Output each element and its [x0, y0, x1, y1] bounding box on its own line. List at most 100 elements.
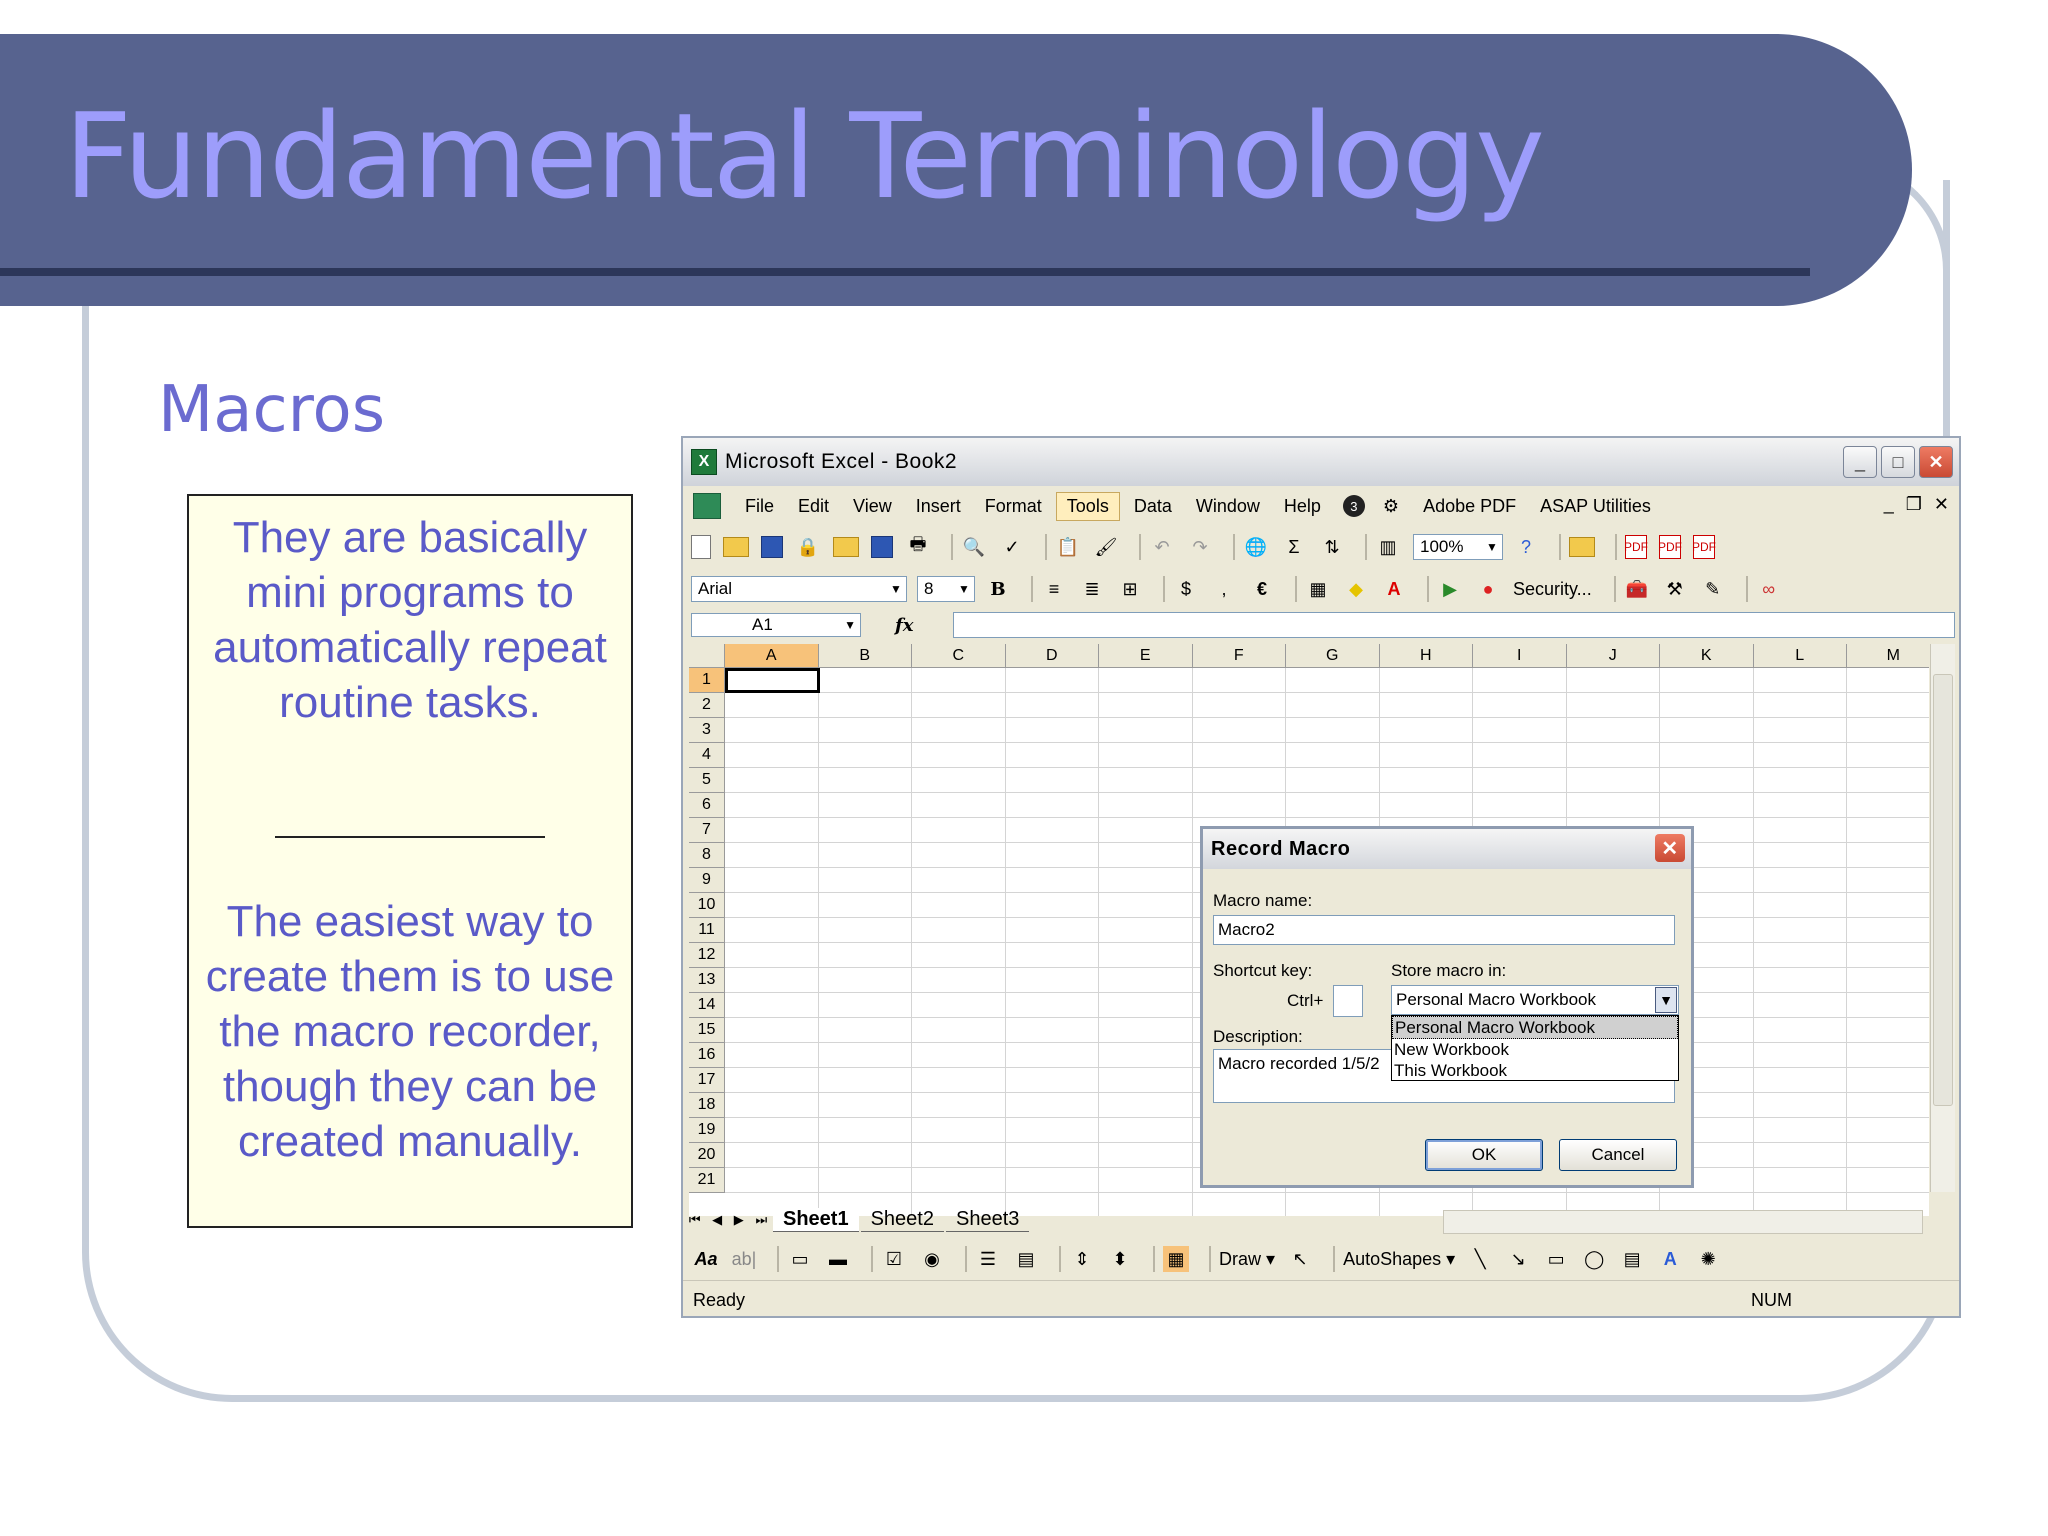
- select-objects-icon[interactable]: ↖: [1287, 1246, 1313, 1272]
- align-center-icon[interactable]: ≡: [1041, 576, 1067, 602]
- research-icon[interactable]: [1569, 537, 1595, 557]
- name-box[interactable]: A1 ▼: [691, 613, 861, 637]
- combo-box-icon[interactable]: ▤: [1013, 1246, 1039, 1272]
- label-control-icon[interactable]: Aa: [693, 1246, 719, 1272]
- option-personal-macro-workbook[interactable]: Personal Macro Workbook: [1392, 1016, 1678, 1039]
- macro-name-input[interactable]: Macro2: [1213, 915, 1675, 945]
- last-sheet-icon[interactable]: ⏭: [755, 1212, 767, 1228]
- doc-minimize-icon[interactable]: _: [1884, 494, 1894, 515]
- oval-icon[interactable]: ◯: [1581, 1246, 1607, 1272]
- line-icon[interactable]: ╲: [1467, 1246, 1493, 1272]
- sort-ascending-icon[interactable]: ⇅: [1319, 534, 1345, 560]
- row-header-21[interactable]: 21: [689, 1168, 725, 1193]
- menu-tools[interactable]: Tools: [1055, 491, 1120, 521]
- formula-input[interactable]: [953, 612, 1955, 638]
- option-button-icon[interactable]: ◉: [919, 1246, 945, 1272]
- row-header-7[interactable]: 7: [689, 818, 725, 843]
- menu-file[interactable]: File: [735, 493, 784, 520]
- row-header-19[interactable]: 19: [689, 1118, 725, 1143]
- menu-help[interactable]: Help: [1274, 493, 1331, 520]
- font-size-combo[interactable]: 8 ▼: [917, 576, 975, 602]
- wordart-icon[interactable]: A: [1657, 1246, 1683, 1272]
- row-header-12[interactable]: 12: [689, 943, 725, 968]
- row-header-4[interactable]: 4: [689, 743, 725, 768]
- cancel-button[interactable]: Cancel: [1559, 1139, 1677, 1171]
- undo-icon[interactable]: ↶: [1149, 534, 1175, 560]
- column-header-c[interactable]: C: [912, 644, 1006, 668]
- paste-icon[interactable]: 📋: [1055, 534, 1081, 560]
- first-sheet-icon[interactable]: ⏮: [689, 1212, 701, 1228]
- list-box-icon[interactable]: ☰: [975, 1246, 1001, 1272]
- row-header-15[interactable]: 15: [689, 1018, 725, 1043]
- open-folder-icon[interactable]: [723, 537, 749, 557]
- redo-icon[interactable]: ↷: [1187, 534, 1213, 560]
- pdf-convert-icon[interactable]: PDF: [1624, 535, 1648, 559]
- menu-adobe-pdf[interactable]: Adobe PDF: [1413, 493, 1526, 520]
- tab-sheet1[interactable]: Sheet1: [773, 1208, 859, 1232]
- row-header-5[interactable]: 5: [689, 768, 725, 793]
- row-header-18[interactable]: 18: [689, 1093, 725, 1118]
- font-color-icon[interactable]: A: [1381, 576, 1407, 602]
- design-mode-icon[interactable]: ⚒: [1662, 576, 1688, 602]
- row-header-3[interactable]: 3: [689, 718, 725, 743]
- spinner-icon[interactable]: ⬍: [1107, 1246, 1133, 1272]
- fill-color-icon[interactable]: ◆: [1343, 576, 1369, 602]
- tab-sheet2[interactable]: Sheet2: [860, 1208, 944, 1232]
- option-new-workbook[interactable]: New Workbook: [1392, 1039, 1678, 1060]
- toggle-grid-icon[interactable]: ▦: [1163, 1246, 1189, 1272]
- column-header-f[interactable]: F: [1192, 644, 1286, 668]
- new-document-icon[interactable]: [691, 535, 711, 559]
- minimize-button[interactable]: _: [1843, 446, 1877, 478]
- save-icon[interactable]: [761, 536, 783, 558]
- menu-edit[interactable]: Edit: [788, 493, 839, 520]
- pdf-mail-icon[interactable]: PDF: [1658, 535, 1682, 559]
- run-macro-icon[interactable]: ▶: [1437, 576, 1463, 602]
- active-cell-a1[interactable]: [725, 668, 820, 693]
- row-header-16[interactable]: 16: [689, 1043, 725, 1068]
- row-header-14[interactable]: 14: [689, 993, 725, 1018]
- security-button[interactable]: Security...: [1513, 579, 1592, 600]
- tab-sheet3[interactable]: Sheet3: [945, 1208, 1030, 1232]
- record-macro-icon[interactable]: ●: [1475, 576, 1501, 602]
- scroll-bar-icon[interactable]: ⇕: [1069, 1246, 1095, 1272]
- print-preview-icon[interactable]: 🔍: [961, 534, 987, 560]
- bold-icon[interactable]: B: [985, 576, 1011, 602]
- column-header-d[interactable]: D: [1005, 644, 1099, 668]
- row-header-8[interactable]: 8: [689, 843, 725, 868]
- font-name-combo[interactable]: Arial ▼: [691, 576, 907, 602]
- spelling-icon[interactable]: ✓: [999, 534, 1025, 560]
- save-as-icon[interactable]: [871, 536, 893, 558]
- rectangle-icon[interactable]: ▭: [1543, 1246, 1569, 1272]
- maximize-button[interactable]: □: [1881, 446, 1915, 478]
- menu-insert[interactable]: Insert: [906, 493, 971, 520]
- text-box-icon[interactable]: ▤: [1619, 1246, 1645, 1272]
- print-icon[interactable]: 🖶: [905, 534, 931, 560]
- menu-format[interactable]: Format: [975, 493, 1052, 520]
- comma-style-icon[interactable]: ,: [1211, 576, 1237, 602]
- arrow-icon[interactable]: ↘: [1505, 1246, 1531, 1272]
- fx-icon[interactable]: fx: [895, 615, 913, 636]
- currency-icon[interactable]: $: [1173, 576, 1199, 602]
- select-all-corner[interactable]: [689, 644, 725, 668]
- format-painter-icon[interactable]: 🖌: [1093, 534, 1119, 560]
- column-header-m[interactable]: M: [1847, 644, 1929, 668]
- shortcut-key-input[interactable]: [1333, 985, 1363, 1017]
- toolbox-icon[interactable]: 🧰: [1624, 576, 1650, 602]
- merge-center-icon[interactable]: ⊞: [1117, 576, 1143, 602]
- chart-wizard-icon[interactable]: ▥: [1375, 534, 1401, 560]
- column-header-g[interactable]: G: [1286, 644, 1380, 668]
- permission-icon[interactable]: 🔒: [795, 534, 821, 560]
- borders-icon[interactable]: ▦: [1305, 576, 1331, 602]
- next-sheet-icon[interactable]: ▶: [734, 1212, 744, 1228]
- help-circle-icon[interactable]: 3: [1342, 495, 1365, 517]
- menu-window[interactable]: Window: [1186, 493, 1270, 520]
- column-header-i[interactable]: I: [1473, 644, 1567, 668]
- doc-close-icon[interactable]: ✕: [1934, 494, 1949, 515]
- open-icon[interactable]: [833, 537, 859, 557]
- option-this-workbook[interactable]: This Workbook: [1392, 1060, 1678, 1081]
- hyperlink-icon[interactable]: 🌐: [1243, 534, 1269, 560]
- doc-restore-icon[interactable]: ❐: [1906, 494, 1922, 515]
- row-header-9[interactable]: 9: [689, 868, 725, 893]
- row-header-2[interactable]: 2: [689, 693, 725, 718]
- checkbox-control-icon[interactable]: ☑: [881, 1246, 907, 1272]
